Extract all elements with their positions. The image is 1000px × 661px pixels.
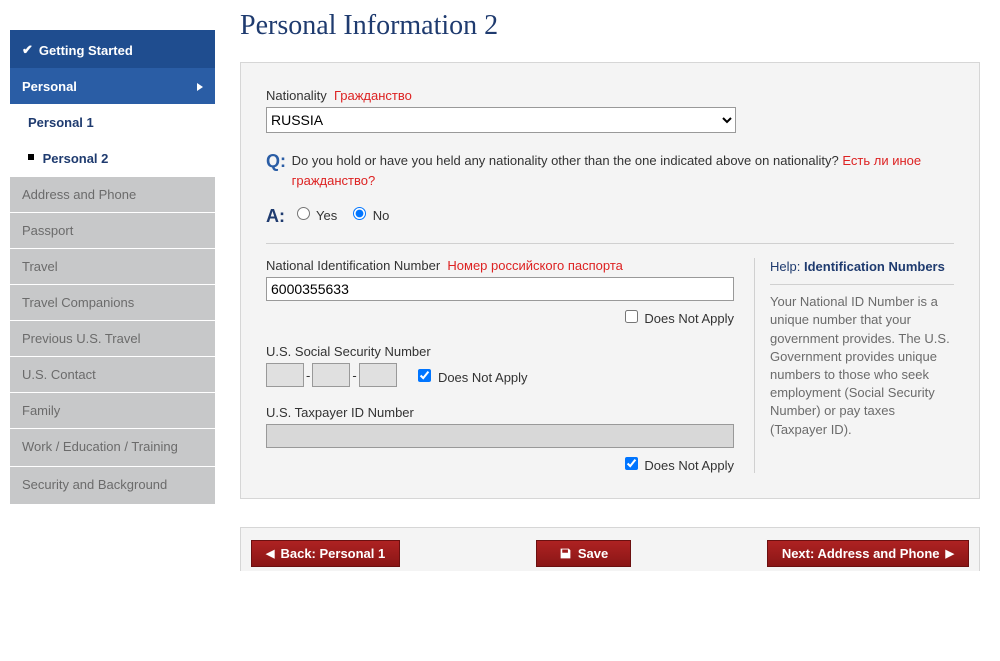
form-panel: Nationality Гражданство RUSSIA Q: Do you…	[240, 62, 980, 499]
arrow-right-icon: ▶	[946, 547, 954, 560]
help-prefix: Help:	[770, 259, 800, 274]
nin-label: National Identification Number	[266, 258, 440, 273]
ssn-label: U.S. Social Security Number	[266, 344, 431, 359]
save-icon	[559, 547, 572, 560]
nationality-select[interactable]: RUSSIA	[266, 107, 736, 133]
back-button[interactable]: ◀ Back: Personal 1	[251, 540, 400, 567]
nav-address-phone[interactable]: Address and Phone	[10, 177, 215, 213]
tax-input	[266, 424, 734, 448]
a-prefix: A:	[266, 206, 288, 227]
save-button[interactable]: Save	[536, 540, 631, 567]
ssn-group: U.S. Social Security Number -- Does Not …	[266, 344, 734, 387]
nav-personal-2[interactable]: Personal 2	[10, 141, 215, 177]
nav-passport[interactable]: Passport	[10, 213, 215, 249]
check-icon: ✔	[22, 42, 33, 58]
divider	[266, 243, 954, 244]
ssn-part2	[312, 363, 350, 387]
nationality-label: Nationality	[266, 88, 327, 103]
nin-annotation: Номер российского паспорта	[447, 258, 623, 273]
tax-dna-checkbox[interactable]	[625, 457, 638, 470]
nav-label: Getting Started	[39, 43, 133, 58]
ssn-dna-checkbox[interactable]	[418, 369, 431, 382]
nav-travel-companions[interactable]: Travel Companions	[10, 285, 215, 321]
q-text: Do you hold or have you held any nationa…	[292, 153, 839, 168]
q-prefix: Q:	[266, 151, 288, 172]
radio-no[interactable]	[353, 207, 366, 220]
radio-no-label[interactable]: No	[348, 208, 389, 223]
ssn-part1	[266, 363, 304, 387]
nav-label: Personal	[22, 79, 77, 94]
arrow-left-icon: ◀	[266, 547, 274, 560]
ssn-part3	[359, 363, 397, 387]
nav-travel[interactable]: Travel	[10, 249, 215, 285]
help-title: Identification Numbers	[804, 259, 945, 274]
tax-dna-label[interactable]: Does Not Apply	[621, 458, 734, 473]
nin-dna-label[interactable]: Does Not Apply	[621, 311, 734, 326]
nav-family[interactable]: Family	[10, 393, 215, 429]
nav-us-contact[interactable]: U.S. Contact	[10, 357, 215, 393]
radio-yes-label[interactable]: Yes	[292, 208, 341, 223]
nationality-group: Nationality Гражданство RUSSIA	[266, 88, 954, 133]
nav-getting-started[interactable]: ✔ Getting Started	[10, 30, 215, 69]
nav-security-background[interactable]: Security and Background	[10, 467, 215, 505]
page-title: Personal Information 2	[240, 10, 980, 42]
nav-personal[interactable]: Personal	[10, 69, 215, 105]
tax-group: U.S. Taxpayer ID Number Does Not Apply	[266, 405, 734, 473]
nin-dna-checkbox[interactable]	[625, 310, 638, 323]
nav-buttons: ◀ Back: Personal 1 Save Next: Address an…	[240, 527, 980, 571]
nav-work-education[interactable]: Work / Education / Training	[10, 429, 215, 467]
chevron-right-icon	[197, 83, 203, 91]
nav-personal-1[interactable]: Personal 1	[10, 105, 215, 141]
nationality-annotation: Гражданство	[334, 88, 412, 103]
nin-group: National Identification Number Номер рос…	[266, 258, 734, 326]
sidebar-nav: ✔ Getting Started Personal Personal 1 Pe…	[0, 0, 220, 515]
help-body: Your National ID Number is a unique numb…	[770, 293, 954, 439]
nin-input[interactable]	[266, 277, 734, 301]
next-button[interactable]: Next: Address and Phone ▶	[767, 540, 969, 567]
nav-previous-us-travel[interactable]: Previous U.S. Travel	[10, 321, 215, 357]
tax-label: U.S. Taxpayer ID Number	[266, 405, 414, 420]
radio-yes[interactable]	[297, 207, 310, 220]
ssn-dna-label[interactable]: Does Not Apply	[414, 370, 527, 385]
other-nationality-question: Q: Do you hold or have you held any nati…	[266, 151, 954, 227]
help-box: Help: Identification Numbers Your Nation…	[754, 258, 954, 473]
